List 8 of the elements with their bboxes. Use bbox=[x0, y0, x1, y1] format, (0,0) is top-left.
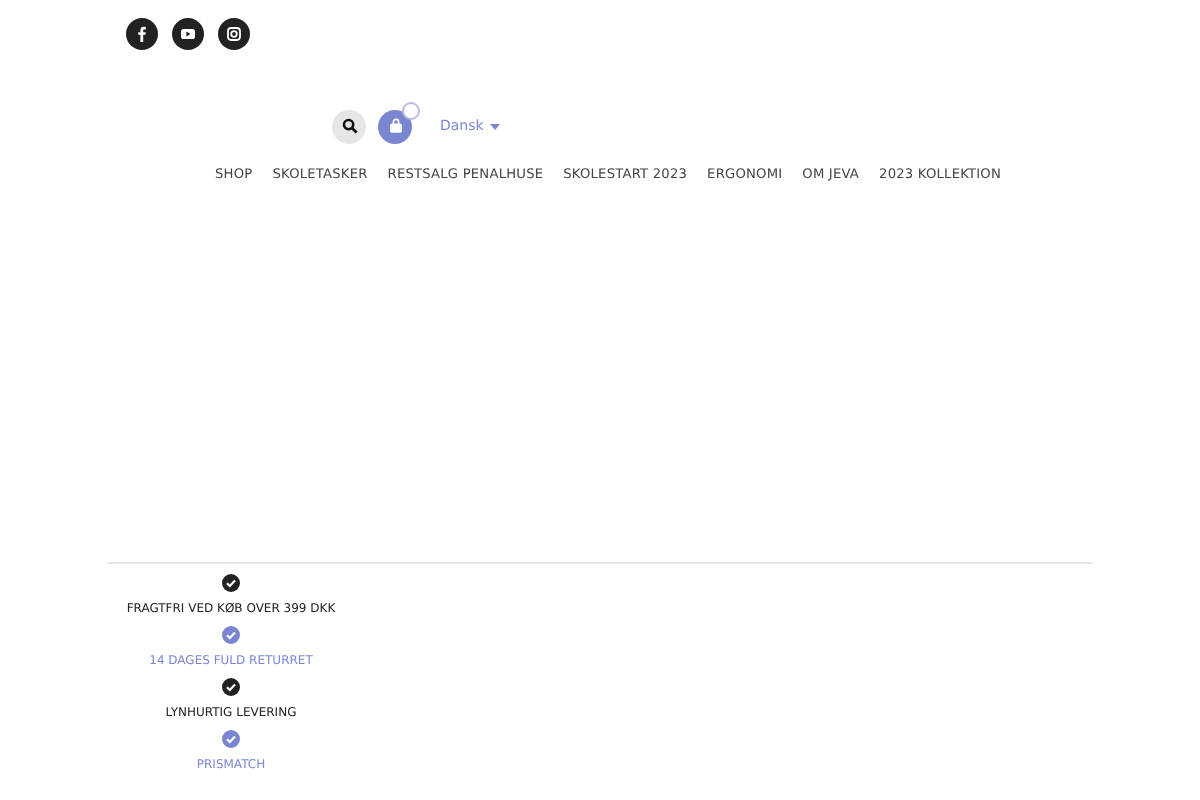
search-icon bbox=[341, 118, 357, 134]
instagram-icon[interactable] bbox=[218, 18, 250, 50]
youtube-icon[interactable] bbox=[172, 18, 204, 50]
caret-icon bbox=[489, 123, 500, 129]
cart-badge bbox=[402, 101, 420, 119]
shopping-bag-icon bbox=[387, 118, 403, 134]
facebook-icon[interactable] bbox=[126, 18, 158, 50]
search-button[interactable] bbox=[332, 109, 366, 143]
